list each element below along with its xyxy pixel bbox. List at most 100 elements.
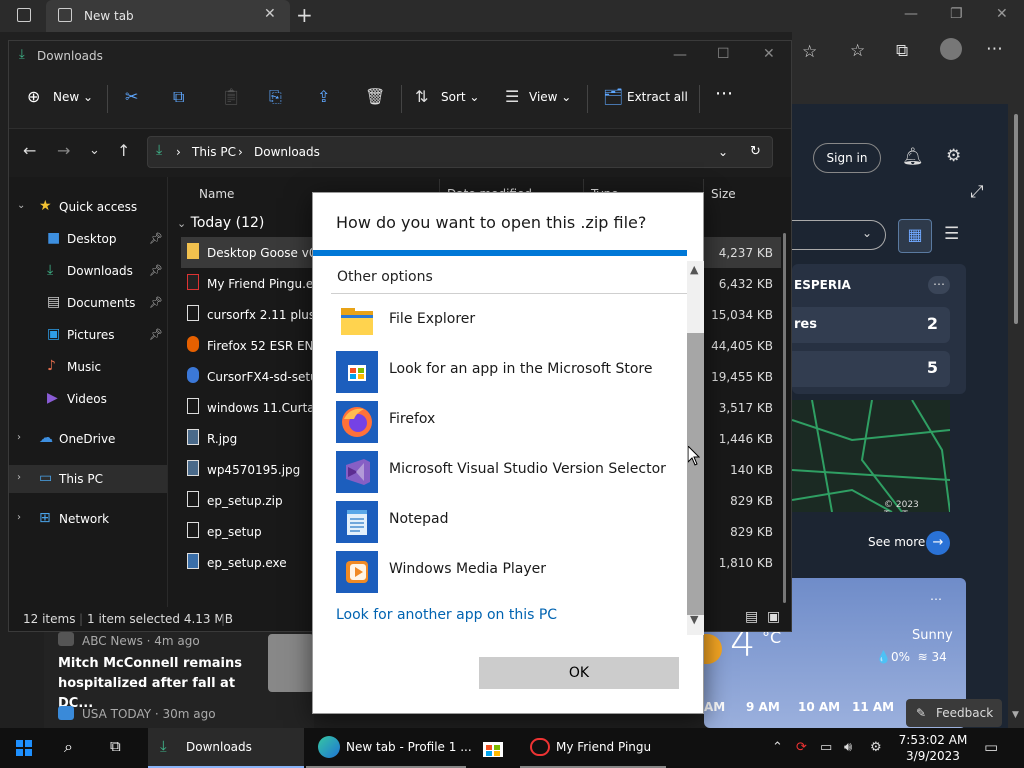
- system-clock[interactable]: 7:53:02 AM 3/9/2023: [898, 732, 968, 764]
- nav-music[interactable]: ♪ Music: [9, 353, 167, 381]
- pin-icon[interactable]: 📌︎: [149, 296, 163, 309]
- tiles-view-icon[interactable]: ▣: [767, 609, 780, 625]
- card-more-icon[interactable]: ⋯: [928, 276, 950, 294]
- traffic-row[interactable]: res 2: [792, 307, 950, 343]
- extract-all-button[interactable]: Extract all: [627, 90, 688, 104]
- sort-button[interactable]: Sort ⌄: [441, 90, 479, 104]
- group-header-today[interactable]: ⌄ Today (12): [177, 215, 264, 231]
- search-button[interactable]: ⌕: [48, 728, 96, 768]
- arrow-right-icon[interactable]: →: [926, 531, 950, 555]
- view-button[interactable]: View ⌄: [529, 90, 571, 104]
- forward-icon[interactable]: →: [57, 141, 70, 160]
- close-window-icon[interactable]: ✕: [996, 6, 1008, 22]
- network-icon[interactable]: ▭: [820, 740, 832, 755]
- chevron-down-icon[interactable]: ⌄: [17, 200, 25, 211]
- dialog-scroll-thumb[interactable]: [687, 333, 704, 615]
- address-bar[interactable]: ⤓ › This PC › Downloads ⌄ ↻: [147, 136, 773, 168]
- taskbar-item-pingu[interactable]: My Friend Pingu: [520, 728, 666, 768]
- news-card[interactable]: ABC News · 4m ago Mitch McConnell remain…: [44, 628, 314, 728]
- app-option-notepad[interactable]: Notepad: [336, 501, 676, 545]
- traffic-map[interactable]: © 2023 TomTom: [792, 400, 950, 512]
- app-option-microsoft-store[interactable]: Look for an app in the Microsoft Store: [336, 351, 676, 395]
- file-list-scrollbar[interactable]: [783, 233, 786, 603]
- close-tab-icon[interactable]: ✕: [264, 6, 276, 22]
- grid-layout-icon[interactable]: ▦: [898, 219, 932, 253]
- look-for-another-app-link[interactable]: Look for another app on this PC: [336, 607, 557, 623]
- nav-this-pc[interactable]: › ▭ This PC: [9, 465, 167, 493]
- more-options-icon[interactable]: ⋯: [715, 83, 733, 104]
- pin-icon[interactable]: 📌︎: [149, 264, 163, 277]
- nav-videos[interactable]: ▶ Videos: [9, 385, 167, 413]
- recent-locations-icon[interactable]: ⌄: [89, 143, 100, 158]
- new-button[interactable]: New ⌄: [53, 90, 93, 104]
- notification-center-icon[interactable]: ▭: [984, 738, 998, 756]
- web-search-box[interactable]: ⌄: [792, 220, 886, 250]
- edge-scrollbar[interactable]: ▼: [1008, 104, 1024, 728]
- nav-quick-access[interactable]: ⌄ ★ Quick access: [9, 193, 167, 221]
- minimize-icon[interactable]: —: [673, 47, 687, 63]
- column-header-name[interactable]: Name: [199, 187, 234, 201]
- see-more-link[interactable]: See more: [868, 535, 925, 549]
- list-layout-icon[interactable]: ☰: [944, 224, 959, 244]
- refresh-icon[interactable]: ↻: [750, 144, 761, 159]
- share-icon[interactable]: ⇪: [317, 87, 330, 106]
- settings-icon[interactable]: ⚙: [946, 146, 961, 166]
- pin-icon[interactable]: 📌︎: [149, 232, 163, 245]
- rename-icon[interactable]: ⎘: [269, 87, 282, 107]
- chevron-up-icon[interactable]: ▲: [690, 263, 698, 276]
- expand-icon[interactable]: ⤢: [970, 182, 984, 202]
- settings-icon[interactable]: ⚙: [870, 740, 882, 755]
- app-option-windows-media-player[interactable]: Windows Media Player: [336, 551, 676, 595]
- minimize-icon[interactable]: —: [904, 6, 918, 22]
- notifications-icon[interactable]: 🔔︎: [902, 147, 924, 167]
- cut-icon[interactable]: ✂: [125, 87, 138, 106]
- chevron-right-icon[interactable]: ›: [17, 432, 21, 443]
- weather-more-icon[interactable]: ⋯: [930, 592, 942, 606]
- taskbar-item-store[interactable]: [470, 728, 516, 768]
- nav-documents[interactable]: ▤ Documents 📌︎: [9, 289, 167, 317]
- nav-desktop[interactable]: ■ Desktop 📌︎: [9, 225, 167, 253]
- favorites-icon[interactable]: ☆: [850, 41, 865, 61]
- app-option-file-explorer[interactable]: File Explorer: [336, 301, 676, 345]
- nav-pictures[interactable]: ▣ Pictures 📌︎: [9, 321, 167, 349]
- task-view-button[interactable]: ⧉: [96, 728, 144, 768]
- up-icon[interactable]: ↑: [117, 141, 130, 160]
- start-button[interactable]: [0, 728, 48, 768]
- app-option-firefox[interactable]: Firefox: [336, 401, 676, 445]
- chevron-down-icon[interactable]: ▼: [690, 613, 698, 626]
- show-hidden-icons-icon[interactable]: ⌃: [772, 740, 783, 755]
- volume-icon[interactable]: 🔊︎: [844, 740, 852, 755]
- profile-avatar[interactable]: [940, 38, 962, 60]
- restore-icon[interactable]: ❐: [950, 6, 963, 22]
- more-icon[interactable]: ⋯: [986, 39, 1003, 59]
- edge-scroll-thumb[interactable]: [1014, 114, 1018, 324]
- breadcrumb-downloads[interactable]: Downloads: [254, 145, 320, 159]
- chevron-right-icon[interactable]: ›: [17, 472, 21, 483]
- taskbar-item-edge[interactable]: New tab - Profile 1 ...: [306, 728, 472, 768]
- maximize-icon[interactable]: ☐: [717, 46, 730, 62]
- add-favorite-icon[interactable]: ☆: [802, 42, 817, 62]
- breadcrumb-this-pc[interactable]: This PC: [192, 145, 236, 159]
- feedback-button[interactable]: ✎ Feedback: [906, 699, 1002, 727]
- chevron-down-icon[interactable]: ⌄: [718, 145, 728, 159]
- ok-button[interactable]: OK: [479, 657, 679, 689]
- sign-in-button[interactable]: Sign in: [813, 143, 881, 173]
- sync-icon[interactable]: ⟳: [796, 740, 807, 755]
- new-tab-icon[interactable]: +: [296, 3, 313, 27]
- column-header-size[interactable]: Size: [711, 187, 736, 201]
- news-headline[interactable]: Mitch McConnell remains hospitalized aft…: [58, 654, 268, 714]
- nav-onedrive[interactable]: › ☁ OneDrive: [9, 425, 167, 453]
- pin-icon[interactable]: 📌︎: [149, 328, 163, 341]
- nav-downloads[interactable]: ⤓ Downloads 📌︎: [9, 257, 167, 285]
- chevron-right-icon[interactable]: ›: [17, 512, 21, 523]
- collections-icon[interactable]: ⧉: [896, 41, 908, 61]
- nav-network[interactable]: › ⊞ Network: [9, 505, 167, 533]
- taskbar-item-downloads[interactable]: ⤓ Downloads: [148, 728, 304, 768]
- delete-icon[interactable]: 🗑︎: [365, 87, 385, 106]
- copy-icon[interactable]: ⧉: [173, 87, 184, 107]
- traffic-row[interactable]: 5: [792, 351, 950, 387]
- paste-icon[interactable]: 📋︎: [221, 87, 241, 106]
- details-view-icon[interactable]: ▤: [745, 609, 758, 625]
- close-window-icon[interactable]: ✕: [763, 46, 775, 62]
- edge-tab-new-tab[interactable]: New tab ✕: [46, 0, 290, 32]
